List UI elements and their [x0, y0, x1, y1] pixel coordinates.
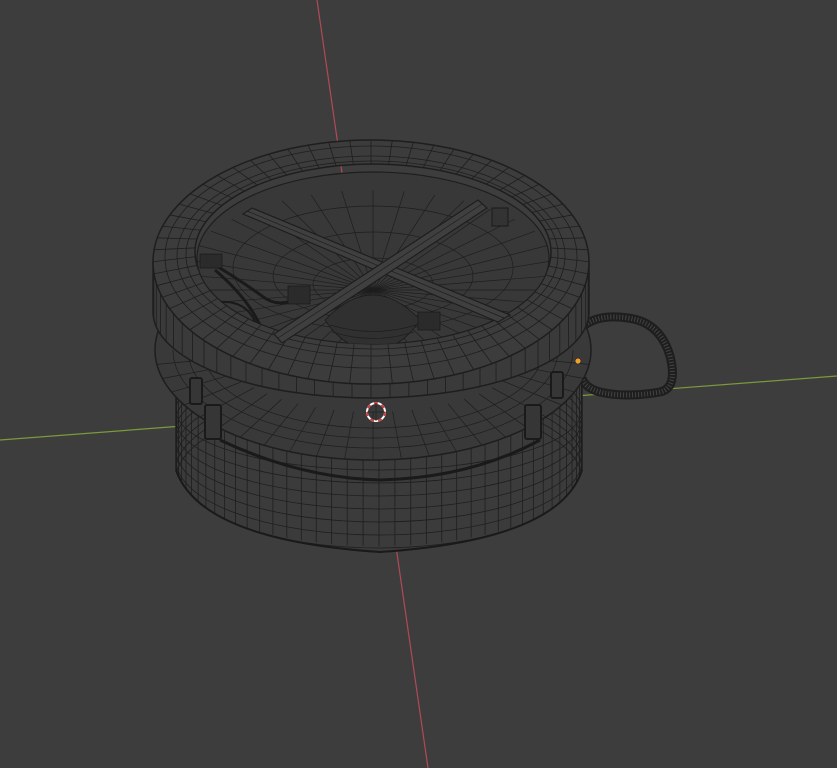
- viewport-canvas[interactable]: [0, 0, 837, 768]
- object-origin-icon[interactable]: [574, 357, 582, 365]
- mesh-handle[interactable]: [577, 312, 677, 400]
- 3d-cursor-icon[interactable]: [366, 402, 386, 422]
- mesh-bracket: [491, 207, 509, 227]
- 3d-viewport[interactable]: [0, 0, 837, 768]
